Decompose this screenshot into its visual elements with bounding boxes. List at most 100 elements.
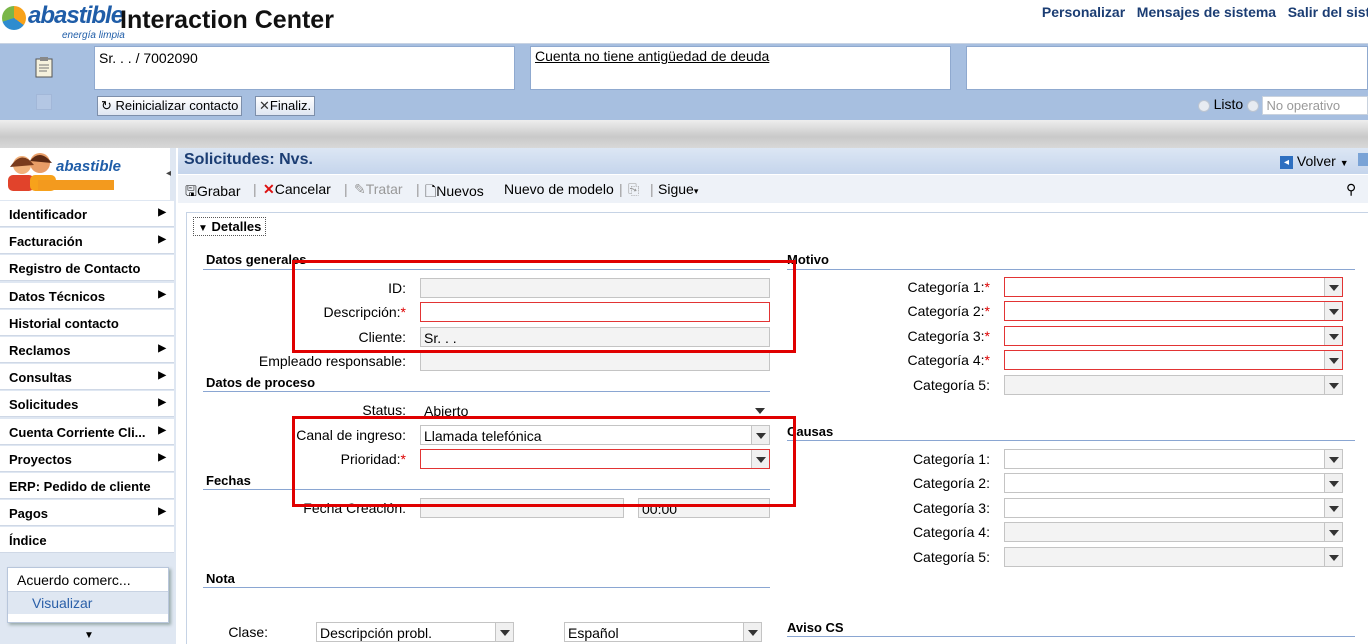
category-select[interactable] (1004, 522, 1343, 543)
dropdown-arrow-icon[interactable] (1324, 302, 1342, 321)
sidebar-item[interactable]: Historial contacto (0, 309, 174, 336)
save-button[interactable]: 🖫Grabar (185, 181, 241, 205)
employee-field[interactable] (420, 351, 770, 371)
debt-note-link[interactable]: Cuenta no tiene antigüedad de deuda (535, 48, 769, 64)
category-select[interactable] (1004, 374, 1343, 395)
dropdown-arrow-icon[interactable] (1324, 278, 1342, 296)
cancel-label: Cancelar (274, 181, 331, 197)
employee-label: Empleado responsable: (258, 353, 406, 369)
sidebar-item[interactable]: Registro de Contacto (0, 255, 174, 282)
category-select[interactable] (1004, 473, 1343, 494)
system-messages-link[interactable]: Mensajes de sistema (1137, 4, 1276, 20)
scroll-down-icon[interactable]: ▼ (84, 630, 94, 641)
category-select[interactable] (1004, 546, 1343, 567)
category-select[interactable] (1004, 301, 1343, 322)
details-label: Detalles (211, 219, 262, 234)
save-icon: 🖫 (185, 183, 197, 199)
language-select[interactable]: Español (564, 622, 762, 642)
context-toggle[interactable] (36, 94, 52, 110)
visualize-link[interactable]: Visualizar (8, 592, 168, 614)
section-divider (787, 440, 1355, 441)
sidebar-item-label: Proyectos (9, 451, 72, 467)
toolbar-separator: | (253, 181, 257, 197)
new-button[interactable]: 🗋Nuevos (425, 181, 484, 205)
category-label-text: Categoría 4: (907, 352, 985, 369)
agreement-card-title: Acuerdo comerc... (8, 568, 168, 592)
clipboard-icon[interactable] (34, 56, 54, 78)
section-divider (787, 269, 1355, 270)
new-template-button[interactable]: Nuevo de modelo (504, 181, 614, 197)
reset-contact-button[interactable]: ↻ Reinicializar contacto (97, 96, 243, 116)
back-label: Volver (1296, 153, 1336, 169)
sidebar-item[interactable]: Solicitudes ▶ (0, 391, 174, 418)
sidebar-item[interactable]: Proyectos ▶ (0, 445, 174, 472)
end-contact-button[interactable]: ✕Finaliz. (255, 96, 316, 116)
note-class-select[interactable]: Descripción probl. (316, 622, 514, 642)
category-select[interactable] (1004, 325, 1343, 346)
dropdown-arrow-icon[interactable] (1324, 547, 1342, 566)
nav-logo-banner: abastible (0, 148, 170, 200)
toolbar-separator: | (416, 181, 420, 197)
sidebar-item[interactable]: Datos Técnicos ▶ (0, 282, 174, 309)
required-asterisk: * (984, 303, 990, 320)
details-toggle[interactable]: ▼ Detalles (193, 217, 267, 236)
cs-notice-heading: Aviso CS (787, 620, 844, 635)
not-operative-field[interactable]: No operativo (1262, 96, 1368, 116)
save-label: Grabar (196, 183, 241, 199)
dropdown-arrow-icon[interactable] (1324, 498, 1342, 517)
sidebar-item-label: Consultas (9, 370, 72, 386)
personalize-link[interactable]: Personalizar (1042, 4, 1125, 20)
class-label: Clase: (228, 624, 268, 640)
category-label: Categoría 1: (800, 451, 990, 467)
chevron-right-icon: ▶ (158, 234, 166, 246)
sidebar-item[interactable]: Reclamos ▶ (0, 337, 174, 363)
back-dropdown-icon[interactable]: ▼ (1340, 158, 1349, 168)
sidebar-item[interactable]: Facturación ▶ (0, 228, 174, 255)
cancel-button[interactable]: ✕Cancelar (263, 181, 331, 198)
toolbar-separator: | (619, 181, 623, 197)
process-data-heading: Datos de proceso (206, 375, 316, 390)
process-button[interactable]: ✎Tratar (354, 181, 403, 198)
chevron-right-icon: ▶ (158, 288, 166, 300)
agreement-card: Acuerdo comerc... Visualizar (7, 567, 169, 623)
abastible-logo-icon (2, 6, 26, 30)
end-contact-label: Finaliz. (269, 98, 312, 113)
sidebar-item[interactable]: Consultas ▶ (0, 364, 174, 391)
category-label: Categoría 3:* (800, 328, 990, 344)
personalize-view-icon[interactable]: ⚲ (1346, 181, 1356, 198)
sidebar-item-label: Datos Técnicos (9, 288, 106, 304)
category-select[interactable] (1004, 350, 1343, 371)
dropdown-arrow-icon[interactable] (495, 623, 513, 641)
sidebar-item[interactable]: Identificador ▶ (0, 201, 174, 227)
info-box (966, 46, 1368, 90)
copy-icon[interactable]: ⎘ (628, 181, 639, 198)
ready-radio[interactable] (1198, 99, 1210, 112)
logout-link[interactable]: Salir del siste (1288, 4, 1368, 20)
back-button[interactable]: ◂ Volver ▼ (1280, 153, 1349, 169)
sidebar-item-label: Índice (9, 533, 47, 549)
sidebar-item[interactable]: Pagos ▶ (0, 500, 174, 527)
collapse-nav-icon[interactable]: ◂ (166, 168, 171, 179)
dropdown-arrow-icon[interactable] (1324, 523, 1342, 542)
sidebar-item[interactable]: ERP: Pedido de cliente (0, 473, 174, 499)
sidebar-item[interactable]: Índice (0, 527, 174, 554)
chevron-right-icon: ▶ (158, 397, 166, 409)
dropdown-arrow-icon[interactable] (1324, 474, 1342, 493)
category-select[interactable] (1004, 497, 1343, 518)
next-button[interactable]: Sigue▾ (658, 181, 698, 197)
dropdown-arrow-icon[interactable] (1324, 375, 1342, 394)
dropdown-arrow-icon[interactable] (1324, 450, 1342, 468)
collapse-triangle-icon: ▼ (198, 223, 208, 234)
category-select[interactable] (1004, 449, 1343, 469)
customer-text: Sr. . . / 7002090 (99, 50, 198, 66)
dropdown-arrow-icon[interactable] (743, 623, 761, 641)
dropdown-arrow-icon[interactable] (1324, 351, 1342, 370)
dropdown-arrow-icon[interactable] (1324, 326, 1342, 345)
required-asterisk: * (984, 327, 990, 344)
category-label-text: Categoría 1: (912, 451, 990, 467)
sidebar-item[interactable]: Cuenta Corriente Cli... ▶ (0, 418, 174, 445)
window-icon[interactable] (1358, 153, 1368, 166)
cancel-icon: ✕ (263, 181, 275, 197)
category-select[interactable] (1004, 277, 1343, 297)
not-operative-radio[interactable] (1246, 99, 1259, 112)
